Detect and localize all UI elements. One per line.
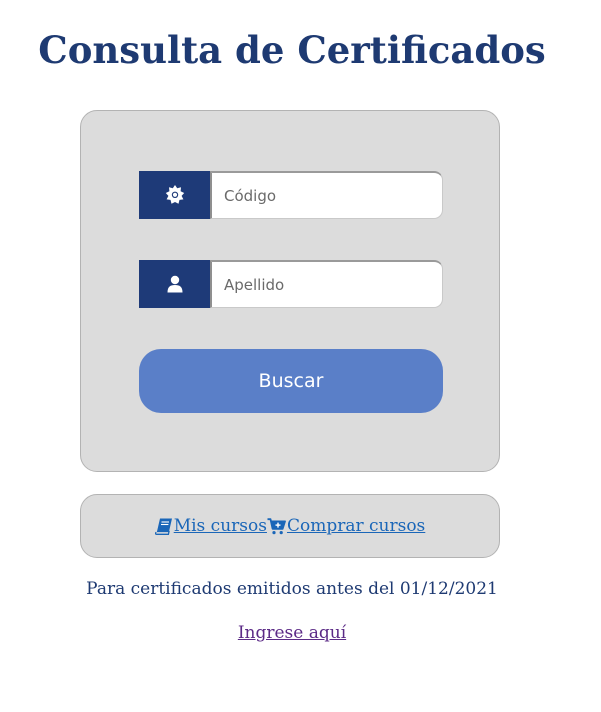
search-form-card: Buscar bbox=[80, 110, 500, 472]
page-title: Consulta de Certificados bbox=[38, 28, 546, 72]
my-courses-label: Mis cursos bbox=[173, 516, 267, 536]
search-button[interactable]: Buscar bbox=[139, 349, 443, 413]
cart-plus-icon bbox=[267, 517, 286, 534]
book-icon bbox=[154, 518, 172, 535]
surname-input[interactable] bbox=[210, 260, 443, 308]
buy-courses-link[interactable]: Comprar cursos bbox=[267, 516, 425, 536]
buy-courses-label: Comprar cursos bbox=[286, 516, 426, 536]
code-field-group bbox=[139, 171, 443, 219]
code-input[interactable] bbox=[210, 171, 443, 219]
legacy-login-link[interactable]: Ingrese aquí bbox=[238, 623, 346, 643]
certificate-seal-icon bbox=[139, 171, 210, 219]
surname-field-group bbox=[139, 260, 443, 308]
my-courses-link[interactable]: Mis cursos bbox=[154, 516, 267, 536]
user-icon bbox=[139, 260, 210, 308]
legacy-link-container: Ingrese aquí bbox=[0, 623, 584, 643]
course-links-card: Mis cursos Comprar cursos bbox=[80, 494, 500, 558]
legacy-certificates-note: Para certificados emitidos antes del 01/… bbox=[86, 579, 498, 599]
